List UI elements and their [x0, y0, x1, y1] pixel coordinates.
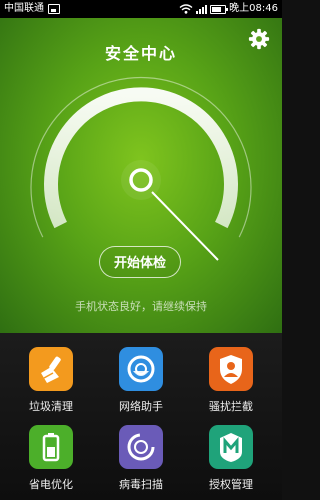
- tool-junk-cleanup[interactable]: 垃圾清理: [16, 347, 86, 414]
- security-gauge: [30, 76, 252, 261]
- battery-icon: [29, 425, 73, 469]
- tool-label: 省电优化: [29, 478, 73, 491]
- authorization-icon: [209, 425, 253, 469]
- network-icon: [119, 347, 163, 391]
- tool-power-saving[interactable]: 省电优化: [16, 425, 86, 492]
- broom-icon: [29, 347, 73, 391]
- carrier-name: 中国联通: [4, 3, 44, 14]
- tool-authorization-management[interactable]: 授权管理: [196, 425, 266, 492]
- battery-status-icon: [210, 4, 229, 14]
- tool-network-assistant[interactable]: 网络助手: [106, 347, 176, 414]
- status-message: 手机状态良好，请继续保持: [75, 300, 207, 313]
- tool-harassment-block[interactable]: 骚扰拦截: [196, 347, 266, 414]
- clock: 晚上08:46: [229, 3, 278, 14]
- tool-label: 骚扰拦截: [209, 400, 253, 413]
- signal-icon: [196, 4, 208, 14]
- settings-gear-icon[interactable]: [248, 28, 270, 50]
- page-title: 安全中心: [104, 44, 177, 63]
- start-checkup-button[interactable]: 开始体检: [99, 246, 181, 278]
- virus-scan-icon: [119, 425, 163, 469]
- tool-label: 授权管理: [209, 478, 253, 491]
- shield-user-icon: [209, 347, 253, 391]
- wifi-icon: [179, 4, 193, 14]
- tools-grid: 垃圾清理 网络助手 骚扰拦截 省电优化 病毒扫描 授权管理: [0, 333, 282, 500]
- tool-label: 网络助手: [119, 400, 163, 413]
- tool-label: 垃圾清理: [29, 400, 73, 413]
- tool-virus-scan[interactable]: 病毒扫描: [106, 425, 176, 492]
- image-notification-icon: [48, 4, 60, 14]
- tool-label: 病毒扫描: [119, 478, 163, 491]
- status-bar: 中国联通 晚上08:46: [0, 0, 282, 18]
- security-panel: 安全中心 开始体检 手机状态良好，请继续保持: [0, 18, 282, 333]
